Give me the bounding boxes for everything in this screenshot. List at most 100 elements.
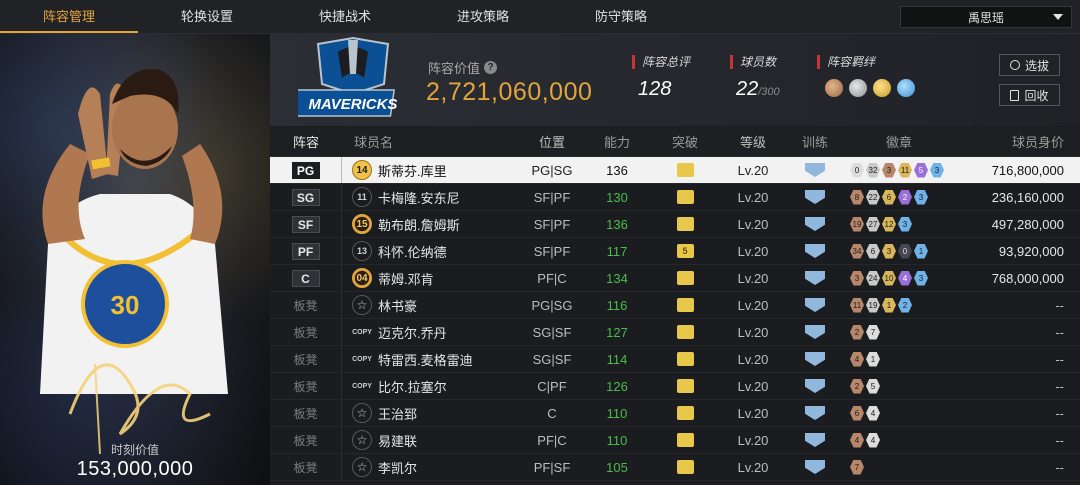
badge-icon[interactable]: 4 bbox=[850, 351, 864, 367]
table-row[interactable]: 板凳 COPY 迈克尔.乔丹 SG|SF 127 Lv.20 2 7 -- bbox=[270, 319, 1080, 346]
crown-icon[interactable]: 5 bbox=[676, 244, 694, 258]
table-row[interactable]: 板凳 COPY 特雷西.麦格雷迪 SG|SF 114 Lv.20 4 1 -- bbox=[270, 346, 1080, 373]
crown-icon[interactable] bbox=[676, 352, 694, 366]
badge-icon[interactable]: 3 bbox=[898, 216, 912, 232]
training-shield-icon[interactable] bbox=[805, 433, 825, 447]
crown-icon[interactable] bbox=[676, 406, 694, 420]
tab-quick-tactics[interactable]: 快捷战术 bbox=[276, 0, 414, 33]
badge-icon[interactable]: 24 bbox=[866, 270, 880, 286]
player-portrait-card[interactable]: 30 时刻价值 153,000,000 bbox=[0, 34, 270, 485]
col-breakthrough[interactable]: 突破 bbox=[650, 132, 720, 151]
badge-icon[interactable]: 7 bbox=[866, 324, 880, 340]
bond-icon-3[interactable] bbox=[873, 79, 891, 97]
badge-icon[interactable]: 12 bbox=[882, 216, 896, 232]
badge-icon[interactable]: 6 bbox=[866, 243, 880, 259]
training-shield-icon[interactable] bbox=[805, 163, 825, 177]
table-row[interactable]: C 04 蒂姆.邓肯 PF|C 134 Lv.20 3 24 10 4 3 768,000,000 bbox=[270, 265, 1080, 292]
badge-icon[interactable]: 22 bbox=[866, 189, 880, 205]
badge-icon[interactable]: 5 bbox=[866, 378, 880, 394]
player-salary: 716,800,000 bbox=[991, 162, 1064, 178]
table-row[interactable]: 板凳 COPY 比尔.拉塞尔 C|PF 126 Lv.20 2 5 -- bbox=[270, 373, 1080, 400]
table-row[interactable]: SG 11 卡梅隆.安东尼 SF|PF 130 Lv.20 8 22 6 2 3 236,160,00… bbox=[270, 184, 1080, 211]
col-badges[interactable]: 徽章 bbox=[844, 132, 954, 151]
training-shield-icon[interactable] bbox=[805, 298, 825, 312]
user-dropdown[interactable]: 禹思瑶 bbox=[900, 6, 1072, 28]
table-row[interactable]: PG 14 斯蒂芬.库里 PG|SG 136 Lv.20 0 32 3 11 5 3 716,800,0… bbox=[270, 157, 1080, 184]
badge-icon[interactable]: 3 bbox=[930, 162, 944, 178]
crown-icon[interactable] bbox=[676, 325, 694, 339]
bond-icon-1[interactable] bbox=[825, 79, 843, 97]
badge-icon[interactable]: 2 bbox=[898, 189, 912, 205]
crown-icon[interactable] bbox=[676, 190, 694, 204]
crown-icon[interactable] bbox=[676, 460, 694, 474]
badge-icon[interactable]: 0 bbox=[898, 243, 912, 259]
training-shield-icon[interactable] bbox=[805, 406, 825, 420]
badge-icon[interactable]: 34 bbox=[850, 243, 864, 259]
bond-icon-4[interactable] bbox=[897, 79, 915, 97]
badge-icon[interactable]: 32 bbox=[866, 162, 880, 178]
crown-icon[interactable] bbox=[676, 271, 694, 285]
tab-offense-strategy[interactable]: 进攻策略 bbox=[414, 0, 552, 33]
table-row[interactable]: 板凳 ☆ 李凯尔 PF|SF 105 Lv.20 7 -- bbox=[270, 454, 1080, 481]
tab-rotation-settings[interactable]: 轮换设置 bbox=[138, 0, 276, 33]
badge-icon[interactable]: 11 bbox=[898, 162, 912, 178]
badge-icon[interactable]: 1 bbox=[882, 297, 896, 313]
col-salary[interactable]: 球员身价 bbox=[954, 132, 1080, 151]
training-shield-icon[interactable] bbox=[805, 460, 825, 474]
recycle-button[interactable]: 回收 bbox=[999, 84, 1060, 106]
crown-icon[interactable] bbox=[676, 379, 694, 393]
badge-icon[interactable]: 27 bbox=[866, 216, 880, 232]
badge-icon[interactable]: 19 bbox=[866, 297, 880, 313]
tab-defense-strategy[interactable]: 防守策略 bbox=[552, 0, 690, 33]
role-cell: 板凳 bbox=[270, 292, 342, 318]
badge-icon[interactable]: 6 bbox=[850, 405, 864, 421]
training-shield-icon[interactable] bbox=[805, 325, 825, 339]
badge-icon[interactable]: 4 bbox=[866, 405, 880, 421]
crown-icon[interactable] bbox=[676, 163, 694, 177]
bond-icon-2[interactable] bbox=[849, 79, 867, 97]
table-row[interactable]: PF 13 科怀.伦纳德 SF|PF 117 5 Lv.20 34 6 3 0 1 93,920,000 bbox=[270, 238, 1080, 265]
badge-icon[interactable]: 3 bbox=[882, 162, 896, 178]
badge-icon[interactable]: 3 bbox=[914, 189, 928, 205]
badge-icon[interactable]: 2 bbox=[850, 378, 864, 394]
badge-icon[interactable]: 10 bbox=[882, 270, 896, 286]
table-row[interactable]: SF 15 勒布朗.詹姆斯 SF|PF 136 Lv.20 19 27 12 3 497,280,0… bbox=[270, 211, 1080, 238]
help-icon[interactable]: ? bbox=[484, 61, 498, 74]
training-shield-icon[interactable] bbox=[805, 244, 825, 258]
badge-icon[interactable]: 1 bbox=[914, 243, 928, 259]
badge-icon[interactable]: 11 bbox=[850, 297, 864, 313]
badge-icon[interactable]: 1 bbox=[866, 351, 880, 367]
badge-icon[interactable]: 8 bbox=[850, 189, 864, 205]
badge-icon[interactable]: 3 bbox=[850, 270, 864, 286]
table-row[interactable]: 板凳 ☆ 王治郅 C 110 Lv.20 6 4 -- bbox=[270, 400, 1080, 427]
table-row[interactable]: 板凳 ☆ 易建联 PF|C 110 Lv.20 4 4 -- bbox=[270, 427, 1080, 454]
training-shield-icon[interactable] bbox=[805, 190, 825, 204]
player-level: Lv.20 bbox=[737, 378, 769, 394]
badge-icon[interactable]: 0 bbox=[850, 162, 864, 178]
badge-icon[interactable]: 7 bbox=[850, 459, 864, 475]
badge-icon[interactable]: 4 bbox=[898, 270, 912, 286]
badge-icon[interactable]: 19 bbox=[850, 216, 864, 232]
tab-lineup-management[interactable]: 阵容管理 bbox=[0, 0, 138, 33]
crown-icon[interactable] bbox=[676, 433, 694, 447]
badge-icon[interactable]: 4 bbox=[850, 432, 864, 448]
badge-icon[interactable]: 3 bbox=[914, 270, 928, 286]
select-button[interactable]: 选拔 bbox=[999, 54, 1060, 76]
badge-icon[interactable]: 4 bbox=[866, 432, 880, 448]
col-ability[interactable]: 能力 bbox=[584, 132, 650, 151]
badge-icon[interactable]: 6 bbox=[882, 189, 896, 205]
badge-icon[interactable]: 2 bbox=[898, 297, 912, 313]
crown-icon[interactable] bbox=[676, 217, 694, 231]
training-shield-icon[interactable] bbox=[805, 379, 825, 393]
col-position[interactable]: 位置 bbox=[520, 132, 584, 151]
training-shield-icon[interactable] bbox=[805, 217, 825, 231]
table-row[interactable]: 板凳 ☆ 林书豪 PG|SG 116 Lv.20 11 19 1 2 -- bbox=[270, 292, 1080, 319]
crown-icon[interactable] bbox=[676, 298, 694, 312]
badge-icon[interactable]: 5 bbox=[914, 162, 928, 178]
badge-icon[interactable]: 3 bbox=[882, 243, 896, 259]
col-level[interactable]: 等级 bbox=[720, 132, 786, 151]
training-shield-icon[interactable] bbox=[805, 271, 825, 285]
training-shield-icon[interactable] bbox=[805, 352, 825, 366]
badge-icon[interactable]: 2 bbox=[850, 324, 864, 340]
col-training[interactable]: 训练 bbox=[786, 132, 844, 151]
